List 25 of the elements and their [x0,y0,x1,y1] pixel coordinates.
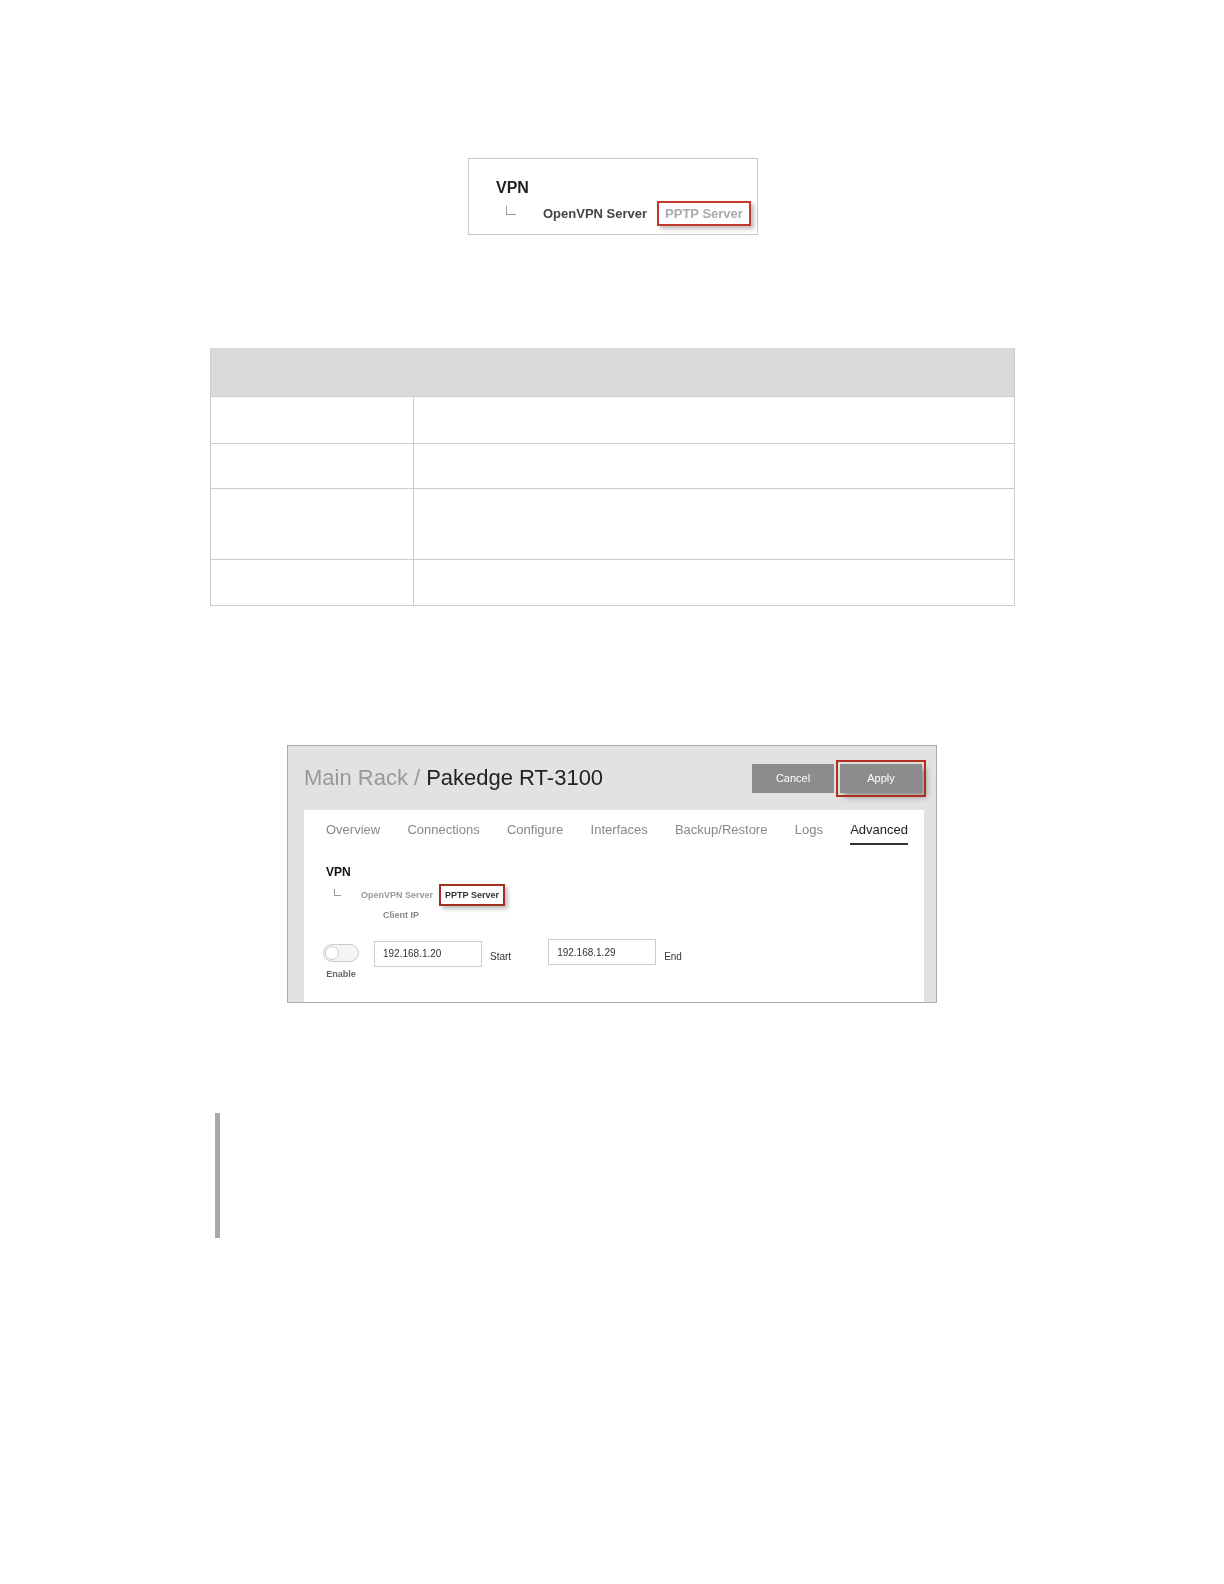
nav-tab[interactable]: Connections [407,822,480,845]
nav-tab[interactable]: Overview [326,822,381,845]
action-button[interactable]: Cancel [752,763,834,793]
vpn-menu-item[interactable]: OpenVPN Server [355,884,440,906]
tree-branch-icon [334,889,341,896]
nav-tab[interactable]: Configure [506,822,564,845]
start-ip-field[interactable]: 192.168.1.20 [374,940,482,967]
vpn-menu-item[interactable]: PPTP Server [439,884,505,906]
nav-tab[interactable]: Logs [794,822,823,845]
enable-toggle[interactable] [323,944,359,962]
vpn-heading: VPN [326,865,352,879]
client-ip-label: Client IP [383,910,420,920]
end-ip-field[interactable]: 192.168.1.29 [548,939,657,965]
nav-tab[interactable]: Interfaces [590,822,648,845]
start-label: Start [490,950,512,962]
enable-label: Enable [326,969,356,979]
tree-branch-icon [506,206,516,215]
vpn-menu-item[interactable]: OpenVPN Server [535,201,656,226]
device-title: Pakedge RT-3100 [426,765,604,791]
end-label: End [664,950,682,962]
breadcrumb-parent[interactable]: Main Rack / [304,765,421,791]
vpn-menu-item[interactable]: PPTP Server [657,201,751,226]
nav-tab[interactable]: Backup/Restore [674,822,768,845]
nav-tab[interactable]: Advanced [850,822,908,845]
vpn-heading: VPN [496,179,530,197]
